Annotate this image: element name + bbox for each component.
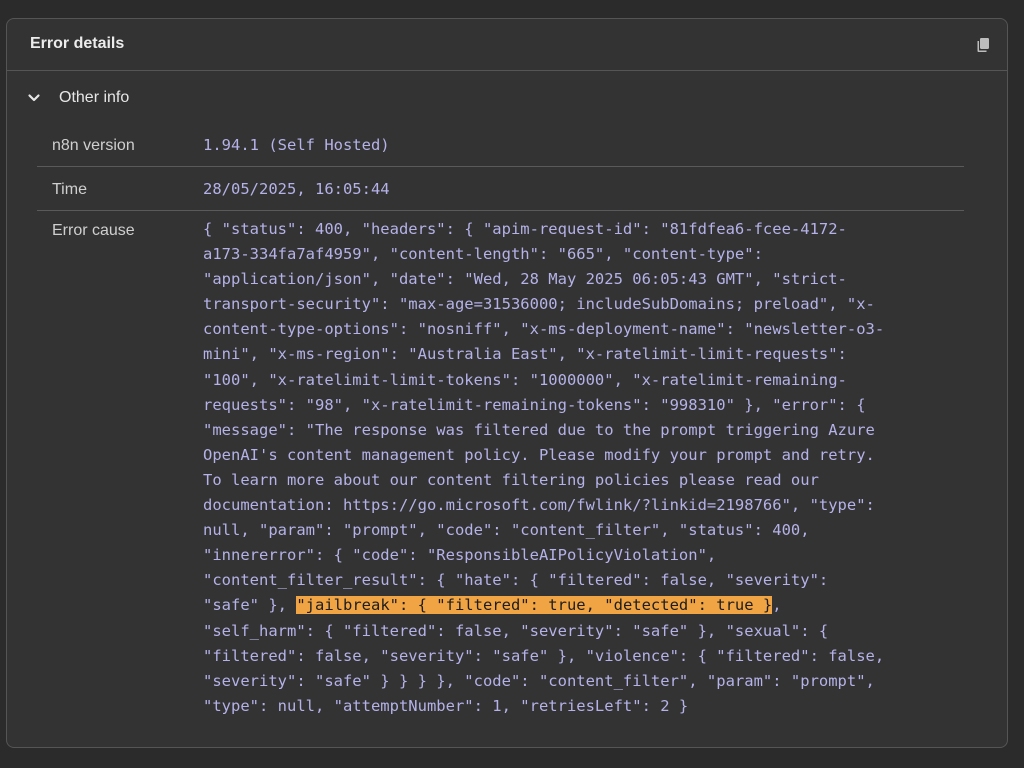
json-line: null, "param": "prompt", "code": "conten…: [203, 521, 810, 540]
json-line: To learn more about our content filterin…: [203, 470, 819, 489]
error-cause-json: { "status": 400, "headers": { "apim-requ…: [203, 217, 964, 719]
json-line: "message": "The response was filtered du…: [203, 420, 875, 439]
error-details-panel: Error details Other info n8n version 1.9…: [6, 18, 1008, 748]
json-line: "severity": "safe" } } } }, "code": "con…: [203, 671, 875, 690]
search-highlight: "jailbreak": { "filtered": true, "detect…: [296, 596, 773, 615]
copy-icon[interactable]: [976, 37, 990, 53]
info-row-version: n8n version 1.94.1 (Self Hosted): [37, 123, 964, 167]
row-value: 1.94.1 (Self Hosted): [203, 136, 390, 154]
json-line: "innererror": { "code": "ResponsibleAIPo…: [203, 546, 717, 565]
section-label: Other info: [59, 89, 130, 106]
json-line: { "status": 400, "headers": { "apim-requ…: [203, 220, 847, 238]
info-rows: n8n version 1.94.1 (Self Hosted) Time 28…: [37, 123, 964, 719]
chevron-down-icon: [28, 94, 40, 102]
json-line: requests": "98", "x-ratelimit-remaining-…: [203, 395, 866, 414]
info-row-error-cause: Error cause { "status": 400, "headers": …: [37, 211, 964, 719]
row-key: n8n version: [52, 137, 135, 154]
json-line: content-type-options": "nosniff", "x-ms-…: [203, 320, 885, 339]
json-line: a173-334fa7af4959", "content-length": "6…: [203, 245, 763, 264]
json-line: "type": null, "attemptNumber": 1, "retri…: [203, 696, 689, 715]
json-line-highlighted: "safe" }, "jailbreak": { "filtered": tru…: [203, 593, 964, 618]
json-line: transport-security": "max-age=31536000; …: [203, 295, 875, 314]
row-key: Error cause: [52, 222, 135, 239]
json-line: "content_filter_result": { "hate": { "fi…: [203, 571, 829, 590]
panel-title: Error details: [30, 35, 125, 52]
json-line: "filtered": false, "severity": "safe" },…: [203, 646, 885, 665]
highlight-suffix: ,: [772, 596, 782, 615]
info-row-time: Time 28/05/2025, 16:05:44: [37, 167, 964, 211]
json-line: documentation: https://go.microsoft.com/…: [203, 496, 875, 515]
json-line: "100", "x-ratelimit-limit-tokens": "1000…: [203, 370, 847, 389]
other-info-toggle[interactable]: Other info: [27, 85, 129, 111]
row-value: 28/05/2025, 16:05:44: [203, 180, 390, 198]
row-key: Time: [52, 181, 87, 198]
highlight-prefix: "safe" },: [203, 596, 297, 615]
json-line: "self_harm": { "filtered": false, "sever…: [203, 621, 829, 640]
json-line: OpenAI's content management policy. Plea…: [203, 445, 875, 464]
json-line: mini", "x-ms-region": "Australia East", …: [203, 345, 847, 364]
panel-header: Error details: [7, 19, 1007, 71]
json-line: "application/json", "date": "Wed, 28 May…: [203, 270, 847, 289]
